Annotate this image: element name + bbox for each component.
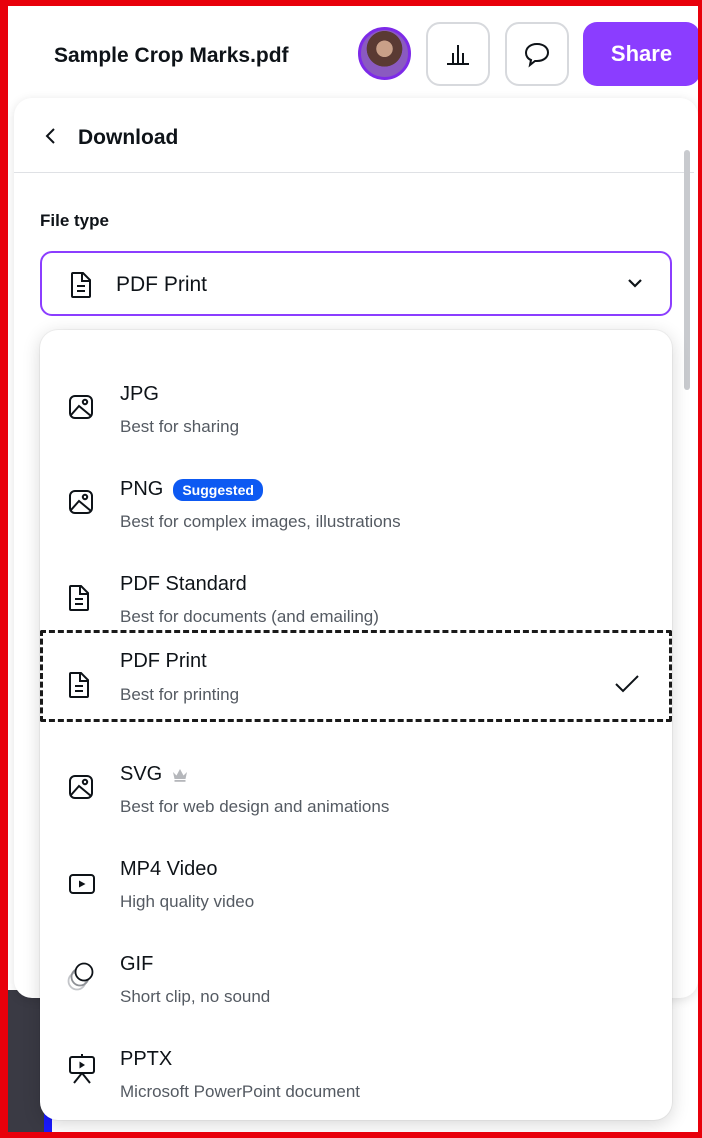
option-description: Microsoft PowerPoint document bbox=[120, 1082, 360, 1101]
document-icon bbox=[69, 672, 89, 698]
option-png[interactable]: PNG Suggested Best for complex images, i… bbox=[40, 445, 672, 537]
chart-bars-icon bbox=[447, 45, 469, 65]
document-icon bbox=[71, 272, 91, 298]
chevron-down-icon bbox=[628, 279, 642, 288]
option-title: MP4 Video bbox=[120, 858, 218, 880]
file-type-select[interactable]: PDF Print bbox=[40, 251, 672, 316]
option-pptx[interactable]: PPTX Microsoft PowerPoint document bbox=[40, 1015, 672, 1107]
option-description: High quality video bbox=[120, 892, 255, 911]
back-chevron-icon[interactable] bbox=[44, 126, 58, 146]
gif-icon bbox=[67, 962, 94, 991]
option-description: Best for documents (and emailing) bbox=[120, 607, 379, 626]
suggested-badge: Suggested bbox=[173, 478, 263, 501]
option-title: SVG bbox=[120, 763, 188, 786]
video-icon bbox=[69, 874, 95, 894]
option-pdf-print[interactable]: PDF Print Best for printing bbox=[40, 630, 672, 722]
option-title: JPG bbox=[120, 383, 159, 405]
comment-button[interactable] bbox=[505, 22, 569, 86]
option-description: Best for complex images, illustrations bbox=[120, 512, 401, 531]
document-title[interactable]: Sample Crop Marks.pdf bbox=[54, 44, 289, 68]
top-bar: Sample Crop Marks.pdf Share bbox=[8, 6, 700, 98]
option-title: GIF bbox=[120, 953, 154, 975]
option-pdf-standard[interactable]: PDF Standard Best for documents (and ema… bbox=[40, 540, 672, 632]
option-title: PNG Suggested bbox=[120, 478, 263, 501]
image-icon bbox=[69, 490, 93, 514]
insights-button[interactable] bbox=[426, 22, 490, 86]
presentation-icon bbox=[69, 1054, 95, 1084]
option-mp4-video[interactable]: MP4 Video High quality video bbox=[40, 825, 672, 917]
panel-title: Download bbox=[78, 126, 179, 149]
document-icon bbox=[69, 585, 89, 611]
option-description: Short clip, no sound bbox=[120, 987, 271, 1006]
share-button[interactable]: Share bbox=[583, 22, 700, 86]
crown-icon bbox=[173, 768, 188, 782]
file-type-value: PDF Print bbox=[116, 273, 208, 296]
file-type-label: File type bbox=[40, 211, 109, 230]
option-description: Best for sharing bbox=[120, 417, 240, 436]
image-icon bbox=[69, 775, 93, 799]
panel-scrollbar[interactable] bbox=[684, 150, 690, 390]
comment-icon bbox=[524, 42, 550, 68]
option-description: Best for web design and animations bbox=[120, 797, 390, 816]
option-title: PDF Standard bbox=[120, 573, 247, 595]
avatar[interactable] bbox=[358, 27, 411, 80]
option-svg[interactable]: SVG Best for web design and animations bbox=[40, 730, 672, 822]
panel-header: Download bbox=[14, 98, 694, 173]
option-title: PPTX bbox=[120, 1048, 173, 1070]
file-type-dropdown: JPG Best for sharing PNG Suggested Best … bbox=[40, 330, 672, 1120]
option-title: PDF Print bbox=[120, 650, 207, 672]
option-description: Best for printing bbox=[120, 685, 240, 704]
option-gif[interactable]: GIF Short clip, no sound bbox=[40, 920, 672, 1012]
checkmark-icon bbox=[615, 675, 639, 693]
image-icon bbox=[69, 395, 93, 419]
option-jpg[interactable]: JPG Best for sharing bbox=[40, 350, 672, 442]
